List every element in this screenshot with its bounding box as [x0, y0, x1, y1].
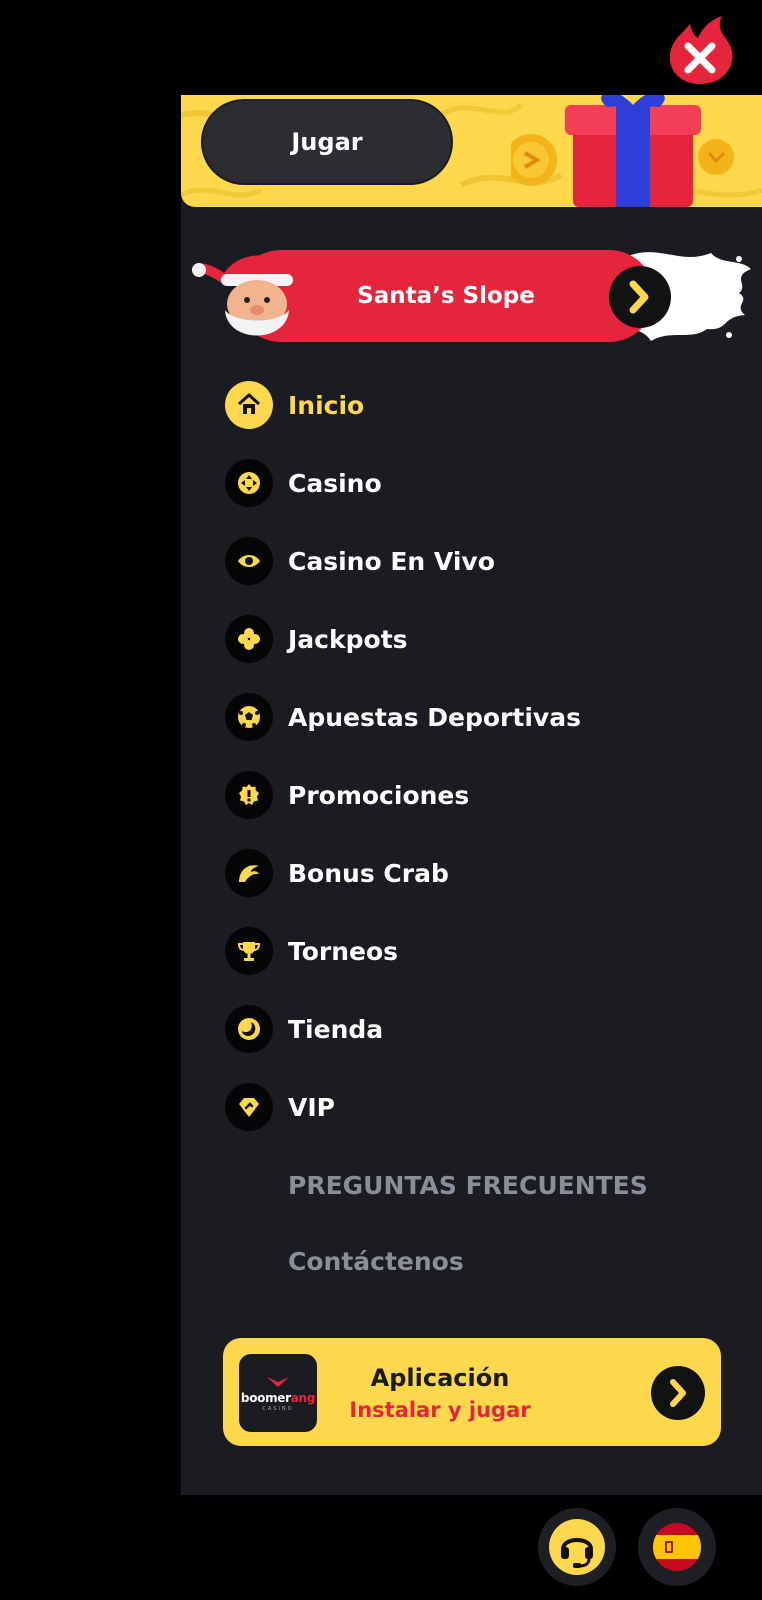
language-button[interactable]	[638, 1508, 716, 1586]
menu-item-preguntas-frecuentes[interactable]: PREGUNTAS FRECUENTES	[225, 1155, 725, 1215]
menu-label: Torneos	[288, 936, 399, 966]
santa-avatar	[192, 255, 293, 336]
chevron-right-icon[interactable]	[651, 1366, 705, 1420]
top-banner: Jugar	[181, 95, 762, 207]
menu-label: Casino	[288, 468, 382, 498]
menu-label: Tienda	[288, 1014, 384, 1044]
close-button[interactable]	[664, 14, 736, 86]
logo-subtext: CASINO	[262, 1405, 294, 1412]
menu-label: Promociones	[288, 780, 470, 810]
spain-flag-icon	[653, 1523, 701, 1571]
menu-item-torneos[interactable]: Torneos	[225, 921, 725, 981]
app-logo: boomerang CASINO	[239, 1354, 317, 1432]
menu-item-casino-en-vivo[interactable]: Casino En Vivo	[225, 531, 725, 591]
menu-item-vip[interactable]: VIP	[225, 1077, 725, 1137]
menu-item-contactenos[interactable]: Contáctenos	[225, 1231, 725, 1291]
menu-label: Jackpots	[288, 624, 408, 654]
app-subtitle: Instalar y jugar	[349, 1398, 531, 1422]
support-button[interactable]	[538, 1508, 616, 1586]
promo-label: Santa’s Slope	[357, 283, 535, 309]
logo-wordmark: boomerang	[240, 1390, 316, 1405]
app-title: Aplicación	[370, 1364, 510, 1392]
menu-label: Casino En Vivo	[288, 546, 495, 576]
menu-item-inicio[interactable]: Inicio	[225, 375, 725, 435]
menu-item-bonus-crab[interactable]: Bonus Crab	[225, 843, 725, 903]
menu-label: PREGUNTAS FRECUENTES	[288, 1170, 648, 1200]
menu-item-casino[interactable]: Casino	[225, 453, 725, 513]
santa-slope-promo[interactable]: Santa’s Slope	[191, 240, 751, 350]
headset-icon	[549, 1519, 605, 1575]
dpad-icon	[225, 459, 273, 507]
diamond-icon	[225, 1083, 273, 1131]
menu-label: Apuestas Deportivas	[288, 702, 581, 732]
crab-claw-icon	[225, 849, 273, 897]
side-drawer: Jugar Santa’s Slope Inicio Casino Casino…	[181, 95, 762, 1495]
menu-label: Inicio	[288, 390, 365, 420]
menu-item-apuestas-deportivas[interactable]: Apuestas Deportivas	[225, 687, 725, 747]
close-icon	[669, 16, 733, 84]
trophy-icon	[225, 927, 273, 975]
gift-illustration	[511, 95, 734, 207]
menu-label: VIP	[288, 1092, 335, 1122]
menu-label: Bonus Crab	[288, 858, 449, 888]
clover-icon	[225, 615, 273, 663]
app-install-banner[interactable]: boomerang CASINO Aplicación Instalar y j…	[223, 1338, 721, 1446]
chevron-right-icon[interactable]	[609, 266, 671, 328]
boomerang-icon	[267, 1376, 289, 1387]
promo-badge-icon	[225, 771, 273, 819]
coin-icon	[225, 1005, 273, 1053]
play-button[interactable]: Jugar	[201, 99, 453, 185]
soccer-ball-icon	[225, 693, 273, 741]
menu-item-tienda[interactable]: Tienda	[225, 999, 725, 1059]
menu-label: Contáctenos	[288, 1246, 464, 1276]
home-icon	[225, 381, 273, 429]
eye-icon	[225, 537, 273, 585]
menu-item-jackpots[interactable]: Jackpots	[225, 609, 725, 669]
menu-item-promociones[interactable]: Promociones	[225, 765, 725, 825]
